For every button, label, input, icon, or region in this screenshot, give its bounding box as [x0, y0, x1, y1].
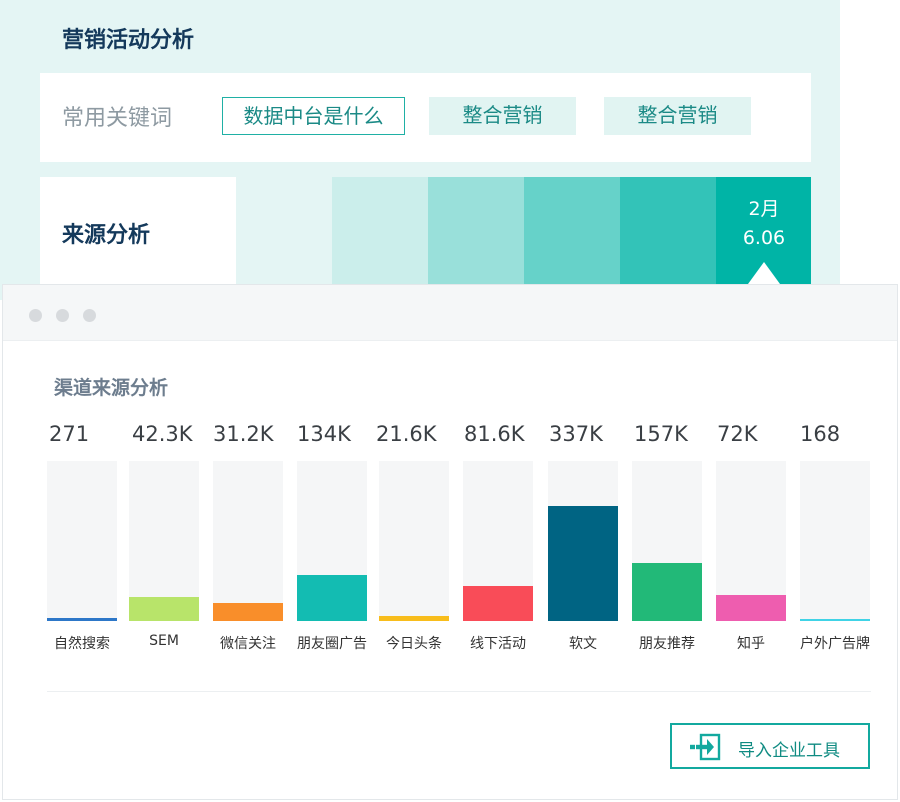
- import-button-label: 导入企业工具: [738, 741, 840, 761]
- bar-value-label: 337K: [549, 422, 603, 446]
- bar[interactable]: [548, 506, 618, 621]
- keywords-label: 常用关键词: [62, 106, 173, 131]
- divider: [47, 691, 871, 692]
- source-analysis-label-box: 来源分析: [40, 177, 236, 287]
- category-label: 知乎: [737, 636, 765, 652]
- bar-track[interactable]: [129, 461, 199, 621]
- bar-track[interactable]: [47, 461, 117, 621]
- bar[interactable]: [716, 595, 786, 621]
- bar[interactable]: [297, 575, 367, 621]
- bar-value-label: 134K: [297, 422, 351, 446]
- category-label: 户外广告牌: [800, 636, 870, 652]
- category-label: 今日头条: [386, 636, 442, 652]
- heat-cell[interactable]: [620, 177, 716, 285]
- window-dot-icon: [83, 309, 96, 322]
- category-label: 线下活动: [470, 636, 526, 652]
- bar-value-label: 72K: [717, 422, 758, 446]
- bar[interactable]: [129, 597, 199, 621]
- bar-track[interactable]: [379, 461, 449, 621]
- window-dot-icon: [56, 309, 69, 322]
- bar-track[interactable]: [548, 461, 618, 621]
- bar-value-label: 168: [800, 422, 841, 446]
- bar[interactable]: [213, 603, 283, 621]
- bar-value-label: 157K: [634, 422, 688, 446]
- category-label: 朋友推荐: [639, 636, 695, 652]
- window-dot-icon: [29, 309, 42, 322]
- heat-month-label: 2月: [748, 198, 780, 220]
- marketing-panel: 营销活动分析 常用关键词 数据中台是什么 整合营销 整合营销 来源分析 2月 6…: [0, 0, 840, 300]
- bar[interactable]: [632, 563, 702, 621]
- category-label: SEM: [149, 633, 179, 649]
- keyword-chip[interactable]: 整合营销: [604, 97, 751, 135]
- chart-title: 渠道来源分析: [54, 377, 169, 399]
- keyword-chip[interactable]: 整合营销: [429, 97, 576, 135]
- bar-value-label: 271: [49, 422, 90, 446]
- bar-track[interactable]: [297, 461, 367, 621]
- bar-track[interactable]: [800, 461, 870, 621]
- pointer-arrow: [748, 262, 780, 284]
- heat-value-label: 6.06: [742, 227, 786, 249]
- bar-track[interactable]: [716, 461, 786, 621]
- heat-cell[interactable]: [428, 177, 524, 285]
- bar-track[interactable]: [213, 461, 283, 621]
- import-icon: [690, 733, 721, 761]
- source-analysis-title: 来源分析: [62, 223, 151, 248]
- category-label: 微信关注: [220, 636, 276, 652]
- heat-cell[interactable]: [524, 177, 620, 285]
- channel-source-window: 渠道来源分析 271 自然搜索 42.3K SEM 31.2K 微信关注 134K 朋友圈广告…: [2, 284, 898, 800]
- bar-track[interactable]: [463, 461, 533, 621]
- bar[interactable]: [800, 619, 870, 621]
- bar-value-label: 42.3K: [132, 422, 193, 446]
- keyword-chip[interactable]: 数据中台是什么: [222, 97, 405, 135]
- heat-tooltip: 2月 6.06: [716, 195, 812, 253]
- category-label: 软文: [569, 636, 597, 652]
- keywords-row: 常用关键词 数据中台是什么 整合营销 整合营销: [40, 73, 811, 162]
- bar-value-label: 81.6K: [464, 422, 525, 446]
- bar[interactable]: [379, 616, 449, 621]
- category-label: 自然搜索: [54, 636, 110, 652]
- bar-value-label: 21.6K: [376, 422, 437, 446]
- bar-value-label: 31.2K: [213, 422, 274, 446]
- window-titlebar: [3, 285, 897, 341]
- heat-cell[interactable]: [332, 177, 428, 285]
- bar-track[interactable]: [632, 461, 702, 621]
- import-enterprise-tools-button[interactable]: 导入企业工具: [670, 723, 870, 769]
- marketing-title: 营销活动分析: [62, 28, 195, 53]
- category-label: 朋友圈广告: [297, 636, 367, 652]
- bar[interactable]: [463, 586, 533, 621]
- bar[interactable]: [47, 618, 117, 621]
